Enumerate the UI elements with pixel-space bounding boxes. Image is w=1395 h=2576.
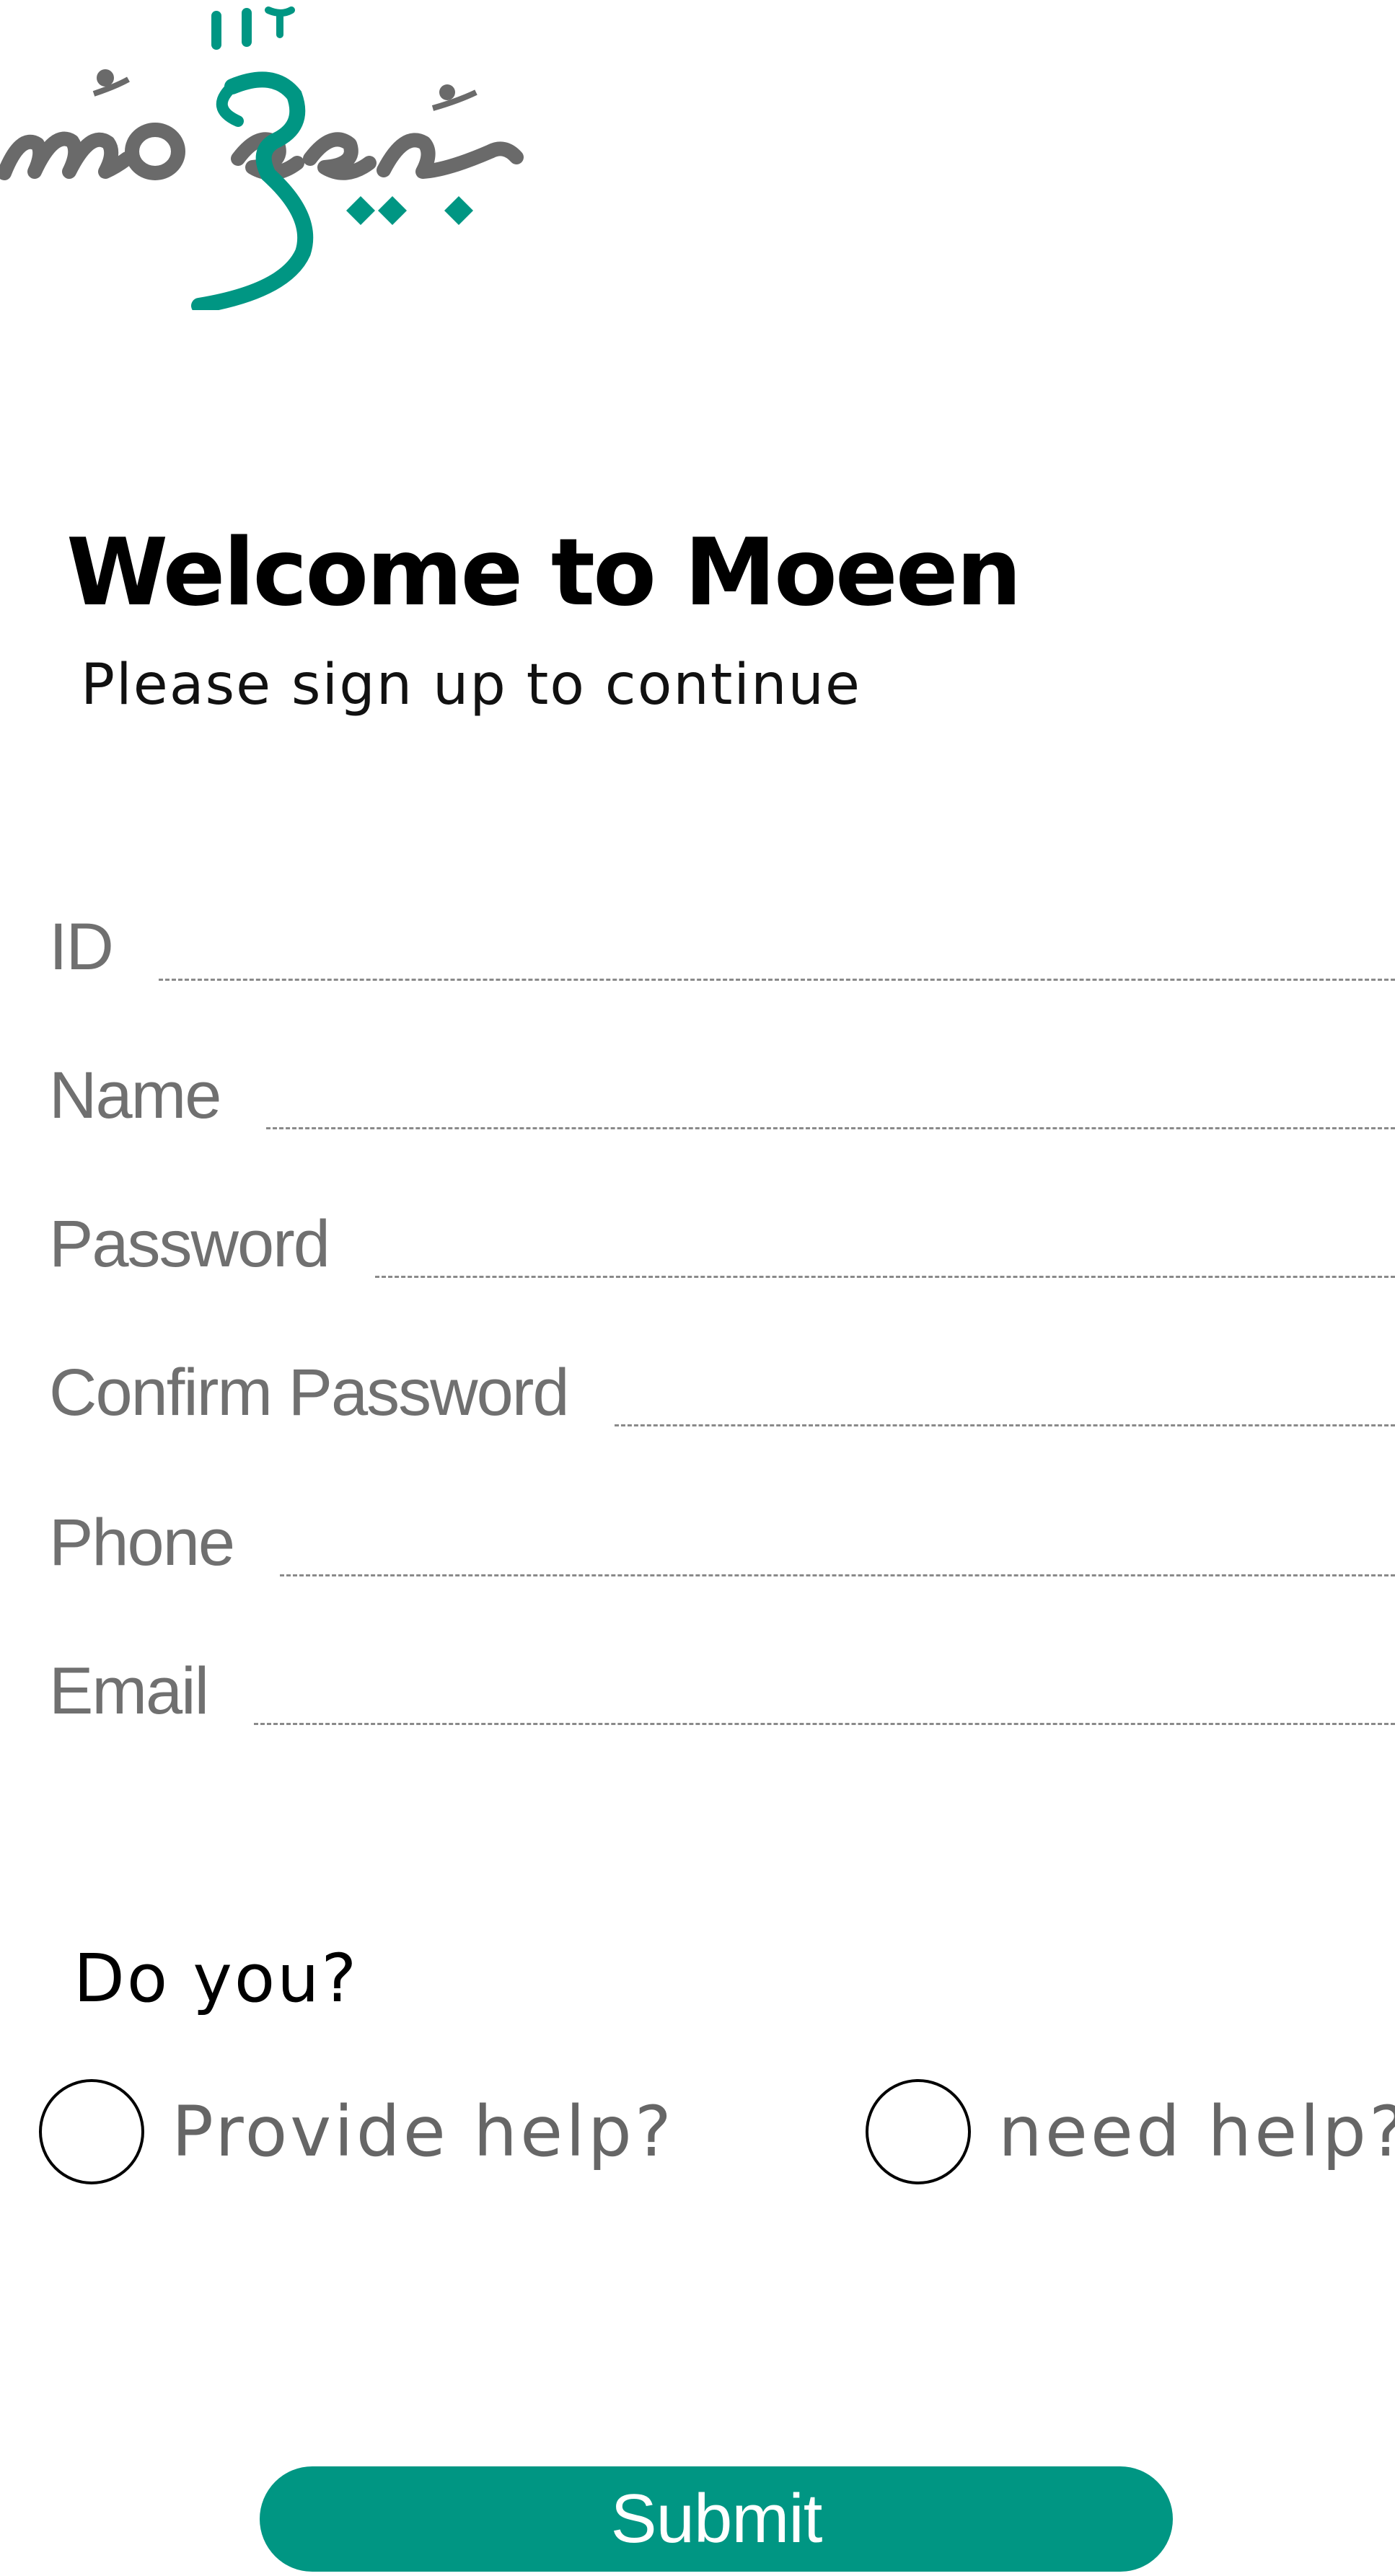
confirm-password-label: Confirm Password (49, 1355, 570, 1429)
confirm-password-input[interactable] (614, 1380, 1395, 1426)
email-input[interactable] (254, 1679, 1395, 1725)
id-input[interactable] (159, 935, 1395, 981)
name-label: Name (49, 1058, 221, 1132)
need-help-label: need help? (998, 2091, 1395, 2172)
email-field: Email (49, 1644, 1395, 1738)
name-input[interactable] (266, 1083, 1395, 1129)
page-subtitle: Please sign up to continue (81, 653, 861, 718)
id-label: ID (49, 909, 114, 984)
id-field: ID (49, 900, 1395, 994)
page-title: Welcome to Moeen (66, 519, 1022, 627)
email-label: Email (49, 1654, 209, 1728)
need-help-radio[interactable] (866, 2079, 971, 2184)
phone-input[interactable] (280, 1530, 1395, 1576)
submit-button[interactable]: Submit (260, 2466, 1173, 2572)
provide-help-option[interactable]: Provide help? (39, 2077, 674, 2187)
password-field: Password (49, 1197, 1395, 1291)
moeen-logo (0, 0, 534, 314)
need-help-option[interactable]: need help? (866, 2077, 1395, 2187)
provide-help-radio[interactable] (39, 2079, 144, 2184)
name-field: Name (49, 1049, 1395, 1142)
role-question: Do you? (74, 1940, 359, 2017)
password-label: Password (49, 1207, 330, 1281)
password-input[interactable] (374, 1232, 1395, 1278)
provide-help-label: Provide help? (172, 2091, 674, 2172)
confirm-password-field: Confirm Password (49, 1346, 1395, 1439)
phone-field: Phone (49, 1496, 1395, 1589)
phone-label: Phone (49, 1505, 235, 1579)
